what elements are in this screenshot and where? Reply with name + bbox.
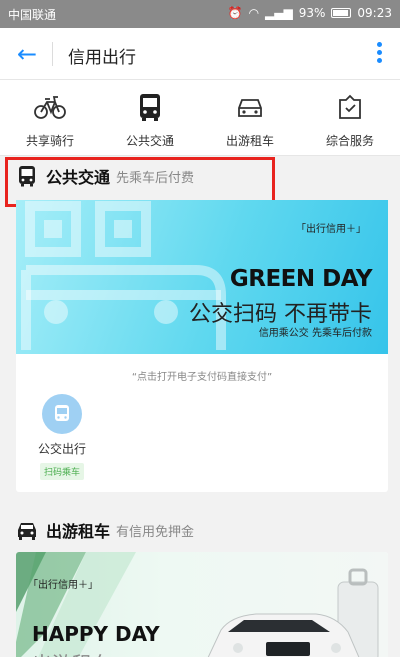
category-label: 公共交通 [125, 134, 174, 148]
car-icon [238, 99, 262, 117]
car-rental-card: 出行信用＋ HAPPY DAY 出游租车 [16, 552, 388, 657]
banner-subtitle: 出游租车 [32, 648, 112, 657]
more-vertical-icon [374, 42, 384, 63]
carrier-label: 中国联通 [8, 8, 57, 22]
wifi-icon: ◠ [248, 6, 260, 20]
pay-hint-text: “点击打开电子支付码直接支付” [131, 372, 273, 383]
bus-service-badge [42, 394, 82, 434]
car-icon [18, 523, 36, 540]
alarm-icon: ⏰ [227, 6, 243, 20]
service-label: 公交出行 [37, 442, 86, 456]
bus-icon [55, 405, 69, 421]
status-icons: ⏰ ◠ ▂▄▆ 93% 09:23 [228, 6, 392, 20]
bus-icon [140, 94, 160, 121]
green-day-banner[interactable]: 出行信用＋ GREEN DAY 公交扫码 不再带卡 信用乘公交 先乘车后付款 [16, 200, 388, 354]
qr-bus-watermark-icon [21, 201, 226, 350]
clock: 09:23 [357, 6, 392, 20]
section-subtitle: 有信用免押金 [116, 524, 195, 540]
section-title: 出游租车 [46, 522, 111, 541]
bus-ride-service[interactable]: 公交出行 扫码乘车 [36, 394, 88, 480]
bicycle-icon [34, 96, 66, 119]
category-label: 出游租车 [225, 134, 274, 148]
service-badge: 扫码乘车 [39, 463, 84, 480]
category-shared-bike[interactable]: 共享骑行 [0, 80, 100, 155]
service-icon [339, 94, 361, 119]
signal-icon: ▂▄▆ [265, 6, 293, 20]
category-label: 综合服务 [325, 134, 374, 148]
title-bar: ← 信用出行 [0, 28, 400, 80]
status-bar: 中国联通 ⏰ ◠ ▂▄▆ 93% 09:23 [0, 0, 400, 28]
title-divider [52, 42, 53, 66]
section-car-rental-heading: 出游租车 有信用免押金 [16, 518, 194, 542]
public-transit-card: 出行信用＋ GREEN DAY 公交扫码 不再带卡 信用乘公交 先乘车后付款 “… [16, 200, 388, 492]
banner-title: GREEN DAY [229, 266, 373, 292]
battery-percent: 93% [298, 6, 326, 20]
category-car-rental[interactable]: 出游租车 [200, 80, 300, 155]
banner-tag: 出行信用＋ [296, 220, 366, 235]
arrow-left-icon: ← [16, 40, 38, 68]
category-services[interactable]: 综合服务 [300, 80, 400, 155]
banner-tag: 出行信用＋ [28, 576, 98, 591]
happy-day-banner[interactable]: 出行信用＋ HAPPY DAY 出游租车 [16, 552, 388, 657]
category-public-transit[interactable]: 公共交通 [100, 80, 200, 155]
more-menu-button[interactable] [374, 40, 384, 68]
back-button[interactable]: ← [12, 39, 42, 69]
page-title: 信用出行 [68, 48, 136, 68]
battery-icon [331, 8, 352, 18]
category-bar: 共享骑行 公共交通 出游租车 综合服务 [0, 80, 400, 156]
banner-note: 信用乘公交 先乘车后付款 [258, 328, 372, 339]
category-label: 共享骑行 [25, 134, 74, 148]
banner-title: HAPPY DAY [32, 622, 160, 646]
